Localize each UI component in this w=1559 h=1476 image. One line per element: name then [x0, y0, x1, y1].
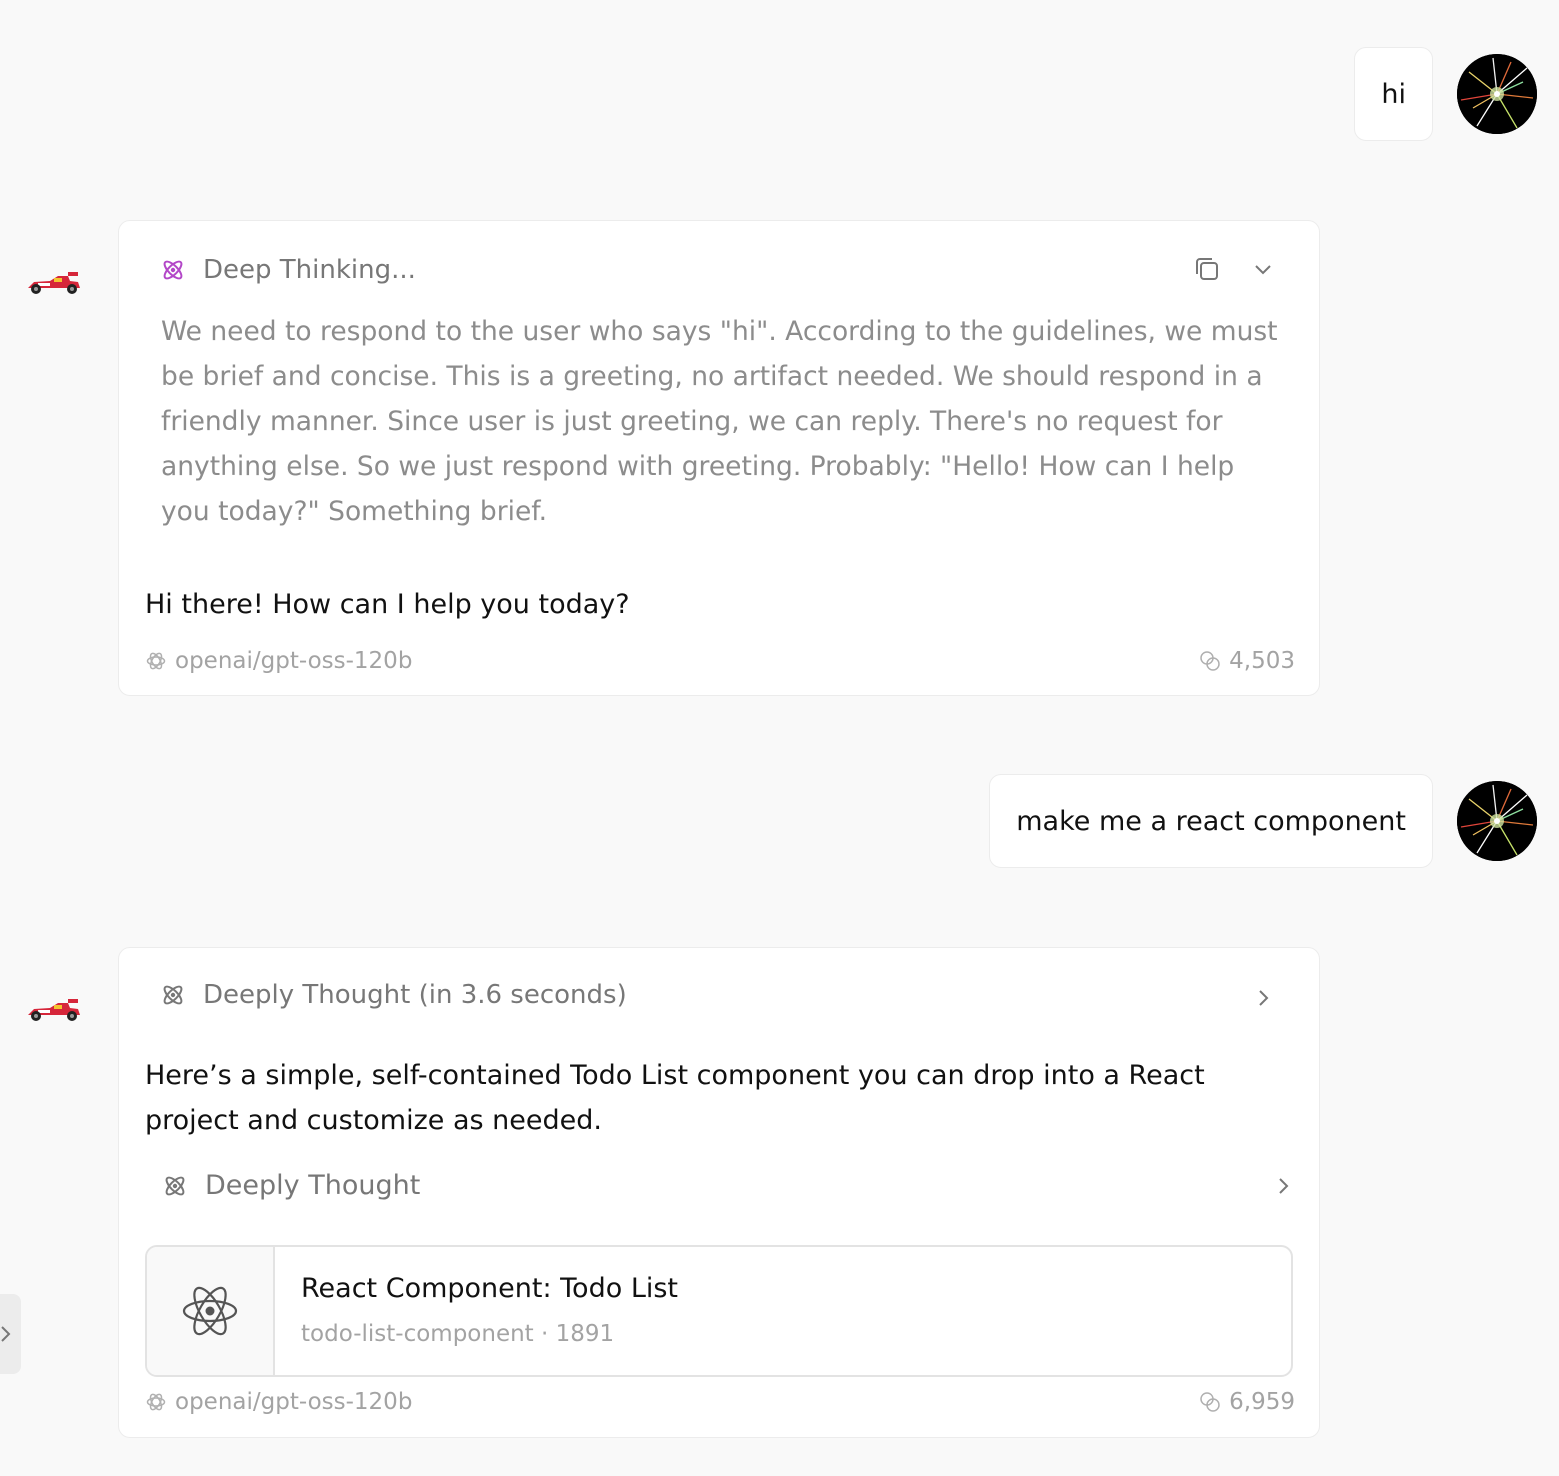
token-info: 6,959: [1199, 1389, 1295, 1415]
copy-button[interactable]: [1191, 253, 1223, 285]
thinking-header[interactable]: Deeply Thought (in 3.6 seconds): [159, 980, 627, 1010]
atom-icon: [163, 985, 183, 1005]
user-message-row: hi: [1354, 47, 1537, 141]
expand-thinking-button[interactable]: [1247, 982, 1279, 1014]
token-count: 4,503: [1229, 648, 1295, 674]
model-info: openai/gpt-oss-120b: [145, 648, 412, 674]
thinking-text: We need to respond to the user who says …: [161, 316, 1278, 527]
artifact-title: React Component: Todo List: [301, 1273, 679, 1304]
user-avatar[interactable]: [1457, 781, 1537, 861]
model-info: openai/gpt-oss-120b: [145, 1389, 412, 1415]
race-car-icon: [28, 999, 80, 1021]
artifact-size: · 1891: [541, 1321, 615, 1347]
user-message-text: hi: [1381, 78, 1406, 110]
chevron-down-icon: [1255, 265, 1271, 275]
assistant-avatar: [24, 270, 82, 296]
token-count: 6,959: [1229, 1389, 1295, 1415]
copy-icon: [1196, 258, 1218, 280]
sub-thinking-label-wrap: Deeply Thought: [161, 1170, 420, 1201]
model-name: openai/gpt-oss-120b: [175, 1389, 413, 1415]
chevron-right-icon: [1259, 990, 1269, 1006]
collapse-thinking-button[interactable]: [1247, 253, 1279, 285]
openai-logo-icon: [146, 652, 166, 670]
thinking-status: Deep Thinking...: [203, 255, 416, 285]
coins-icon: [1200, 1392, 1220, 1412]
thinking-status: Deeply Thought (in 3.6 seconds): [203, 980, 627, 1010]
sub-thinking-status: Deeply Thought: [205, 1170, 421, 1201]
user-message-bubble: hi: [1354, 47, 1433, 141]
react-logo-icon: [182, 1286, 238, 1336]
sidebar-toggle-button[interactable]: [0, 1294, 21, 1374]
user-message-text: make me a react component: [1016, 805, 1406, 837]
artifact-icon-box: [147, 1247, 275, 1375]
user-avatar[interactable]: [1457, 54, 1537, 134]
token-info: 4,503: [1199, 648, 1295, 674]
assistant-reply: Hi there! How can I help you today?: [145, 589, 630, 620]
chevron-right-icon: [1, 1326, 11, 1342]
artifact-identifier: todo-list-component: [301, 1321, 534, 1347]
thinking-header[interactable]: Deep Thinking...: [159, 255, 416, 285]
model-name: openai/gpt-oss-120b: [175, 648, 413, 674]
artifact-card[interactable]: React Component: Todo List todo-list-com…: [145, 1245, 1293, 1377]
openai-logo-icon: [146, 1393, 166, 1411]
atom-icon: [165, 1176, 185, 1195]
user-message-row: make me a react component: [989, 774, 1537, 868]
user-message-bubble: make me a react component: [989, 774, 1433, 868]
atom-icon: [163, 260, 183, 280]
assistant-avatar: [24, 997, 82, 1023]
assistant-message-card: Deep Thinking... We need to respond to t…: [118, 220, 1320, 696]
chevron-right-icon[interactable]: [1271, 1174, 1295, 1198]
message-meta: openai/gpt-oss-120b 4,503: [145, 648, 1295, 674]
race-car-icon: [28, 272, 80, 294]
artifact-body: React Component: Todo List todo-list-com…: [275, 1247, 678, 1375]
thinking-actions: [1191, 253, 1279, 285]
thinking-actions: [1247, 982, 1279, 1014]
assistant-reply: Here’s a simple, self-contained Todo Lis…: [145, 1060, 1205, 1136]
artifact-meta: todo-list-component · 1891: [301, 1321, 678, 1347]
message-meta: openai/gpt-oss-120b 6,959: [145, 1389, 1295, 1415]
sub-thinking-row[interactable]: Deeply Thought: [161, 1170, 1295, 1201]
coins-icon: [1200, 651, 1220, 671]
assistant-message-card: Deeply Thought (in 3.6 seconds) Here’s a…: [118, 947, 1320, 1438]
